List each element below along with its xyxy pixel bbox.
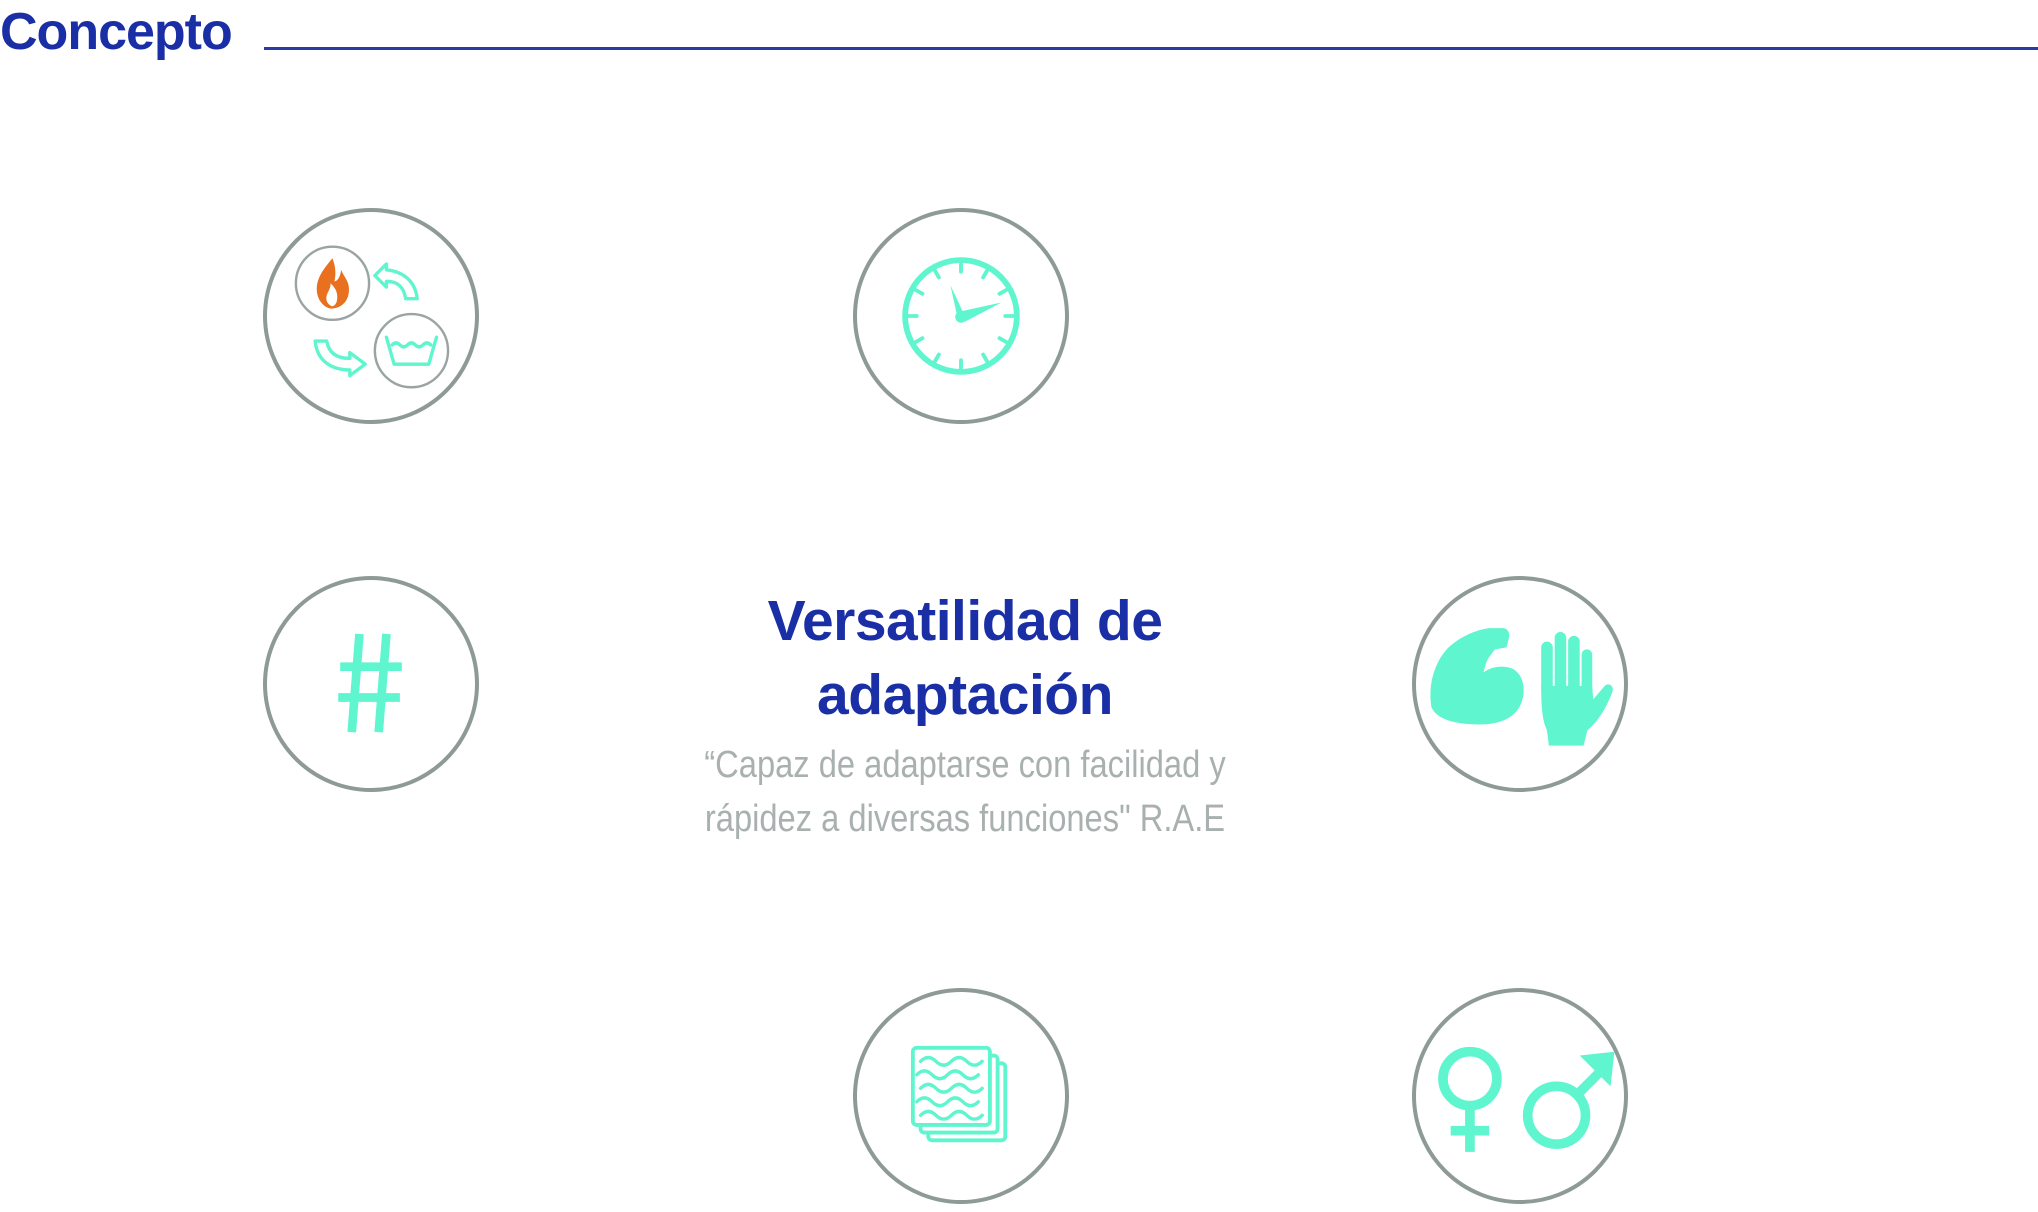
- male-symbol-icon: [1522, 1063, 1609, 1149]
- flexed-bicep-icon: [1430, 628, 1524, 725]
- wash-circle: [373, 312, 450, 389]
- hand-icon: [1541, 632, 1613, 746]
- header-rule: [264, 47, 2038, 50]
- fabric-swatches-icon: [910, 1045, 1008, 1143]
- node-time: [853, 208, 1069, 424]
- node-gender: [1412, 988, 1628, 1204]
- center-quote: “Capaz de adaptarse con facilidad y rápi…: [686, 738, 1245, 846]
- center-title-line2: adaptación: [817, 663, 1113, 727]
- cycle-arrow-bottom-icon: [313, 339, 367, 378]
- clock-icon: [902, 257, 1020, 375]
- header-title: Concepto: [0, 3, 233, 61]
- center-title-line1: Versatilidad de: [767, 589, 1163, 653]
- node-hashtag: [263, 576, 479, 792]
- center-title: Versatilidad de adaptación: [640, 584, 1290, 732]
- node-fabric-layers: [853, 988, 1069, 1204]
- wash-basin-icon: [384, 335, 439, 366]
- center-quote-line1: “Capaz de adaptarse con facilidad y: [704, 744, 1226, 786]
- hashtag-icon: [338, 633, 402, 733]
- center-quote-line2: rápidez a diversas funciones" R.A.E: [704, 798, 1226, 840]
- fire-icon: [316, 258, 349, 309]
- node-strength-hand: [1412, 576, 1628, 792]
- female-symbol-icon: [1438, 1046, 1502, 1152]
- node-laundry-cycle: [263, 208, 479, 424]
- cycle-arrow-top-icon: [373, 262, 419, 301]
